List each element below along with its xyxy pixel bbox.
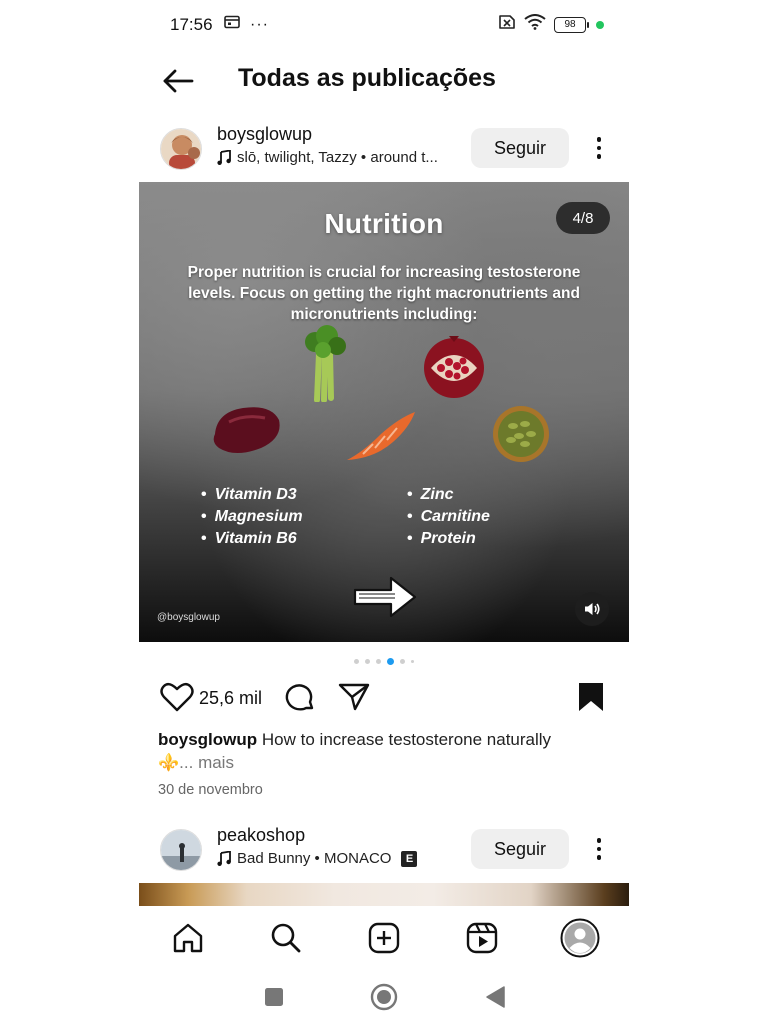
follow-button[interactable]: Seguir [471, 829, 569, 869]
bottom-navigation [0, 906, 768, 968]
back-button[interactable] [158, 64, 198, 98]
carousel-dot [365, 659, 370, 664]
more-options-button[interactable] [588, 130, 610, 166]
music-note-icon [217, 150, 231, 165]
music-info[interactable]: Bad Bunny • MONACO E [217, 850, 418, 867]
caption-more-link[interactable]: ... mais [179, 753, 234, 772]
arrow-left-icon [163, 69, 194, 93]
carousel-dot [411, 660, 414, 663]
post-header: peakoshop Bad Bunny • MONACO E Seguir [158, 823, 618, 877]
save-button[interactable] [578, 682, 604, 717]
recents-button[interactable] [259, 982, 289, 1012]
celery-image [305, 325, 346, 402]
nav-profile[interactable] [560, 918, 600, 958]
profile-icon [560, 918, 600, 958]
carousel-dot [354, 659, 359, 664]
post-username[interactable]: peakoshop [217, 825, 305, 846]
list-item: Protein [407, 528, 490, 550]
post-date: 30 de novembro [158, 782, 263, 798]
list-item: Carnitine [407, 506, 490, 528]
nav-reels[interactable] [462, 918, 502, 958]
post-actions: 25,6 mil [158, 678, 618, 718]
carousel-dot [400, 659, 405, 664]
carousel-dot [376, 659, 381, 664]
pumpkin-seeds-image [493, 406, 549, 462]
slide-body-text: Proper nutrition is crucial for increasi… [187, 264, 581, 323]
fleur-de-lis-emoji: ⚜️ [158, 753, 180, 772]
post-header: boysglowup slō, twilight, Tazzy • around… [158, 122, 618, 176]
list-item: Vitamin B6 [201, 528, 303, 550]
salmon-image [347, 412, 415, 460]
sim-off-icon [496, 14, 516, 35]
nav-create[interactable] [364, 918, 404, 958]
music-text: Bad Bunny • MONACO [237, 850, 392, 867]
recents-icon [265, 988, 283, 1006]
bookmark-filled-icon [579, 683, 603, 711]
back-system-button[interactable] [480, 982, 510, 1012]
paper-plane-icon [338, 683, 370, 711]
slide-title: Nutrition [324, 208, 444, 239]
nutrient-list-left: Vitamin D3 Magnesium Vitamin B6 [201, 484, 303, 550]
heart-icon [160, 682, 194, 712]
caption-text: How to increase testosterone naturally [261, 730, 552, 749]
post-username[interactable]: boysglowup [217, 124, 312, 145]
notification-dots: ··· [250, 15, 269, 33]
privacy-indicator-dot [596, 20, 604, 29]
list-item: Magnesium [201, 506, 303, 528]
comment-icon [285, 684, 314, 711]
arrow-right-graphic [353, 576, 417, 618]
post-media[interactable]: Nutrition 4/8 Proper nutrition is crucia… [139, 182, 629, 642]
nav-search[interactable] [266, 918, 306, 958]
slide-counter: 4/8 [556, 202, 610, 234]
carousel-indicator [354, 658, 414, 665]
share-button[interactable] [338, 682, 370, 717]
create-icon [368, 922, 400, 954]
search-icon [271, 923, 301, 953]
sound-toggle-button[interactable] [575, 592, 609, 626]
caption-username[interactable]: boysglowup [158, 730, 257, 749]
calendar-icon [224, 15, 240, 34]
wifi-icon [524, 14, 546, 35]
home-icon [173, 923, 203, 953]
home-circle-icon [370, 983, 398, 1011]
nav-home[interactable] [168, 918, 208, 958]
like-count[interactable]: 25,6 mil [199, 688, 262, 709]
speaker-icon [585, 603, 600, 615]
back-triangle-icon [486, 986, 505, 1008]
comment-button[interactable] [284, 682, 316, 719]
page-title: Todas as publicações [238, 64, 496, 92]
page-header: Todas as publicações [0, 56, 768, 106]
system-navigation [0, 970, 768, 1024]
list-item: Zinc [407, 484, 490, 506]
pomegranate-image [424, 336, 484, 398]
music-text: slō, twilight, Tazzy • around t... [237, 149, 438, 166]
status-bar: 17:56 ··· 98 [0, 0, 768, 50]
liver-image [213, 407, 280, 453]
like-button[interactable] [160, 682, 194, 717]
music-info[interactable]: slō, twilight, Tazzy • around t... [217, 149, 438, 166]
reels-icon [466, 922, 498, 954]
watermark: @boysglowup [157, 612, 220, 623]
explicit-badge: E [401, 850, 418, 867]
post-caption: boysglowup How to increase testosterone … [158, 728, 618, 774]
status-time: 17:56 [170, 15, 213, 34]
carousel-dot [387, 658, 394, 665]
follow-button[interactable]: Seguir [471, 128, 569, 168]
home-system-button[interactable] [369, 982, 399, 1012]
avatar[interactable] [160, 128, 202, 170]
battery-icon: 98 [554, 16, 589, 33]
music-note-icon [217, 851, 231, 866]
list-item: Vitamin D3 [201, 484, 303, 506]
nutrient-list-right: Zinc Carnitine Protein [407, 484, 490, 550]
more-options-button[interactable] [588, 831, 610, 867]
avatar[interactable] [160, 829, 202, 871]
